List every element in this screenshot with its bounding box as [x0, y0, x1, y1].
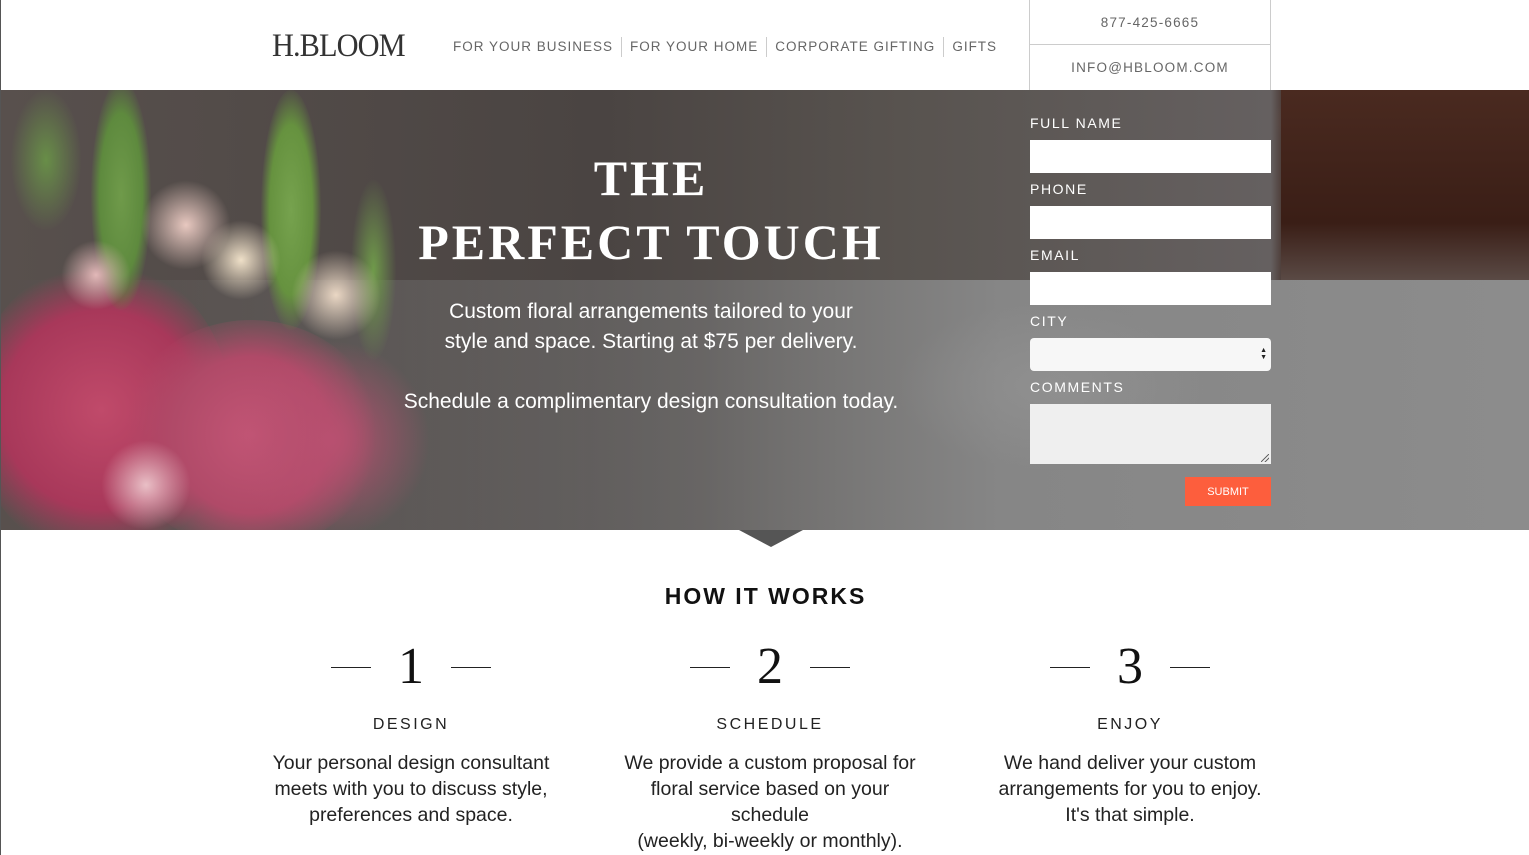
step-title: SCHEDULE: [716, 716, 824, 733]
step-desc-line: preferences and space.: [309, 804, 513, 826]
contact-box: 877-425-6665 INFO@HBLOOM.COM: [1029, 0, 1271, 90]
hero-bg-wood: [1281, 90, 1529, 280]
step-number-row: 3: [970, 640, 1290, 694]
select-arrows-icon: ▲ ▼: [1260, 347, 1267, 361]
step-desc-line: We hand deliver your custom: [1003, 752, 1257, 774]
section-arrow-notch: [739, 530, 803, 547]
hero-description-line2: style and space. Starting at $75 per del…: [444, 330, 858, 353]
step-number-row: 2: [610, 640, 930, 694]
submit-button[interactable]: SUBMIT: [1185, 477, 1271, 506]
main-nav: FOR YOUR BUSINESS FOR YOUR HOME CORPORAT…: [453, 37, 1005, 57]
phone-label: PHONE: [1030, 181, 1088, 197]
step-desc-line: meets with you to discuss style,: [274, 778, 548, 800]
step-number-row: 1: [251, 640, 571, 694]
hero-title: THE PERFECT TOUCH: [331, 146, 971, 274]
hero-description-line1: Custom floral arrangements tailored to y…: [449, 300, 853, 323]
email-label: EMAIL: [1030, 247, 1081, 263]
dash-left: [331, 666, 371, 668]
step-desc-line: arrangements for you to enjoy.: [998, 778, 1262, 800]
step-description: We provide a custom proposal for floral …: [610, 750, 930, 854]
dash-left: [1050, 666, 1090, 668]
comments-textarea[interactable]: [1030, 404, 1271, 464]
nav-for-your-home[interactable]: FOR YOUR HOME: [621, 37, 766, 57]
dash-right: [1170, 666, 1210, 668]
dash-right: [451, 666, 491, 668]
step-number: 2: [757, 638, 783, 695]
step-description: Your personal design consultant meets wi…: [251, 750, 571, 828]
city-select[interactable]: ▲ ▼: [1030, 338, 1271, 371]
step-desc-line: It's that simple.: [1065, 804, 1195, 826]
step-enjoy: 3 ENJOY We hand deliver your custom arra…: [970, 640, 1290, 828]
nav-gifts[interactable]: GIFTS: [943, 37, 1005, 57]
step-title: DESIGN: [372, 716, 450, 733]
step-schedule: 2 SCHEDULE We provide a custom proposal …: [610, 640, 930, 854]
dash-left: [690, 666, 730, 668]
city-label: CITY: [1030, 313, 1069, 329]
step-desc-line: floral service based on your schedule: [650, 778, 890, 826]
nav-corporate-gifting[interactable]: CORPORATE GIFTING: [766, 37, 943, 57]
hero-banner: THE PERFECT TOUCH Custom floral arrangem…: [1, 90, 1529, 530]
consultation-form: FULL NAME PHONE EMAIL CITY ▲ ▼ COMMENTS S…: [1030, 114, 1271, 506]
step-desc-line: We provide a custom proposal for: [624, 752, 916, 774]
step-title: ENJOY: [1097, 716, 1163, 733]
resize-grip-icon[interactable]: [1261, 454, 1269, 462]
phone-input[interactable]: [1030, 206, 1271, 239]
logo[interactable]: H.BLOOM: [272, 28, 406, 65]
step-desc-line: (weekly, bi-weekly or monthly).: [637, 830, 903, 852]
email-input[interactable]: [1030, 272, 1271, 305]
comments-label: COMMENTS: [1030, 379, 1125, 395]
hero-title-line2: PERFECT TOUCH: [418, 214, 884, 270]
step-description: We hand deliver your custom arrangements…: [970, 750, 1290, 828]
nav-for-your-business[interactable]: FOR YOUR BUSINESS: [453, 37, 621, 57]
step-number: 3: [1117, 638, 1143, 695]
hero-title-line1: THE: [593, 150, 709, 206]
site-header: H.BLOOM FOR YOUR BUSINESS FOR YOUR HOME …: [1, 0, 1529, 90]
phone-link[interactable]: 877-425-6665: [1030, 0, 1270, 44]
dash-right: [810, 666, 850, 668]
how-it-works-title: HOW IT WORKS: [664, 583, 867, 609]
step-desc-line: Your personal design consultant: [272, 752, 550, 774]
step-design: 1 DESIGN Your personal design consultant…: [251, 640, 571, 828]
hero-description: Custom floral arrangements tailored to y…: [331, 297, 971, 357]
step-number: 1: [398, 638, 424, 695]
hero-cta-text: Schedule a complimentary design consulta…: [403, 390, 899, 413]
full-name-input[interactable]: [1030, 140, 1271, 173]
email-link[interactable]: INFO@HBLOOM.COM: [1030, 44, 1270, 89]
full-name-label: FULL NAME: [1030, 115, 1123, 131]
